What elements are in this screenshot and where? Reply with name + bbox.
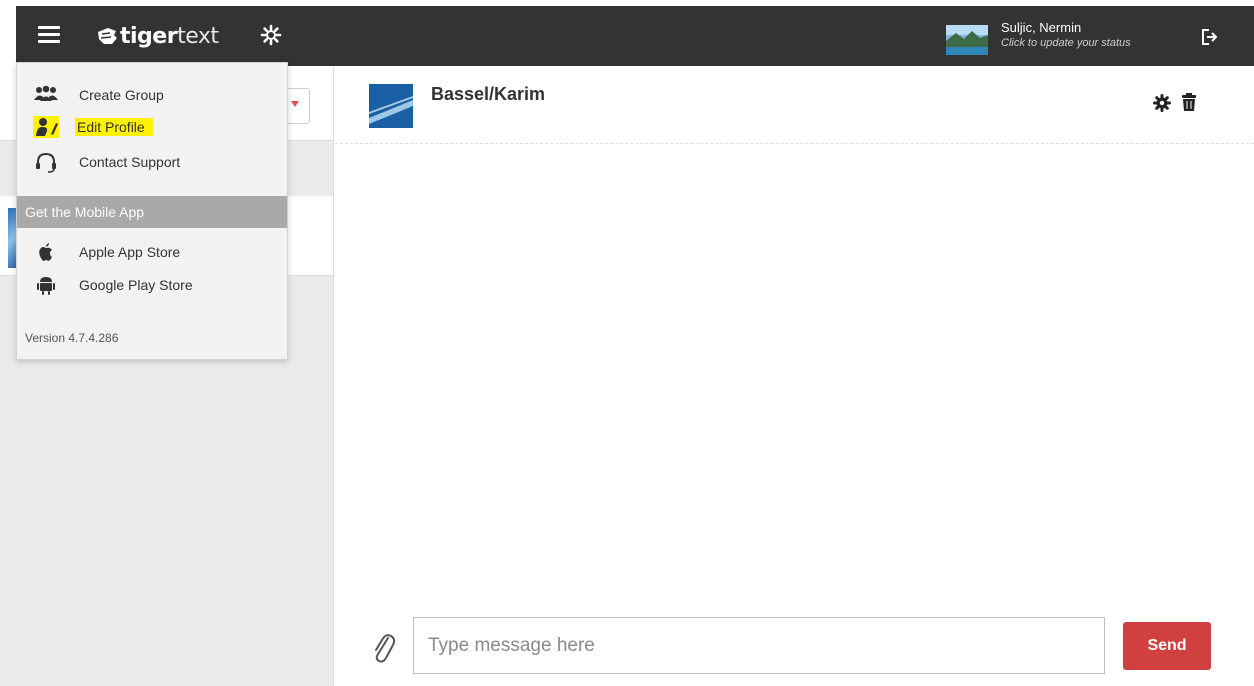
menu-item-edit-profile[interactable]: Edit Profile — [17, 111, 287, 143]
user-avatar[interactable] — [946, 25, 988, 55]
user-status[interactable]: Click to update your status — [1001, 37, 1131, 49]
caret-down-icon — [291, 101, 299, 107]
menu-item-label: Create Group — [79, 87, 164, 103]
menu-item-label: Google Play Store — [79, 277, 193, 293]
message-input[interactable] — [413, 617, 1105, 674]
apple-icon — [39, 243, 52, 261]
group-icon — [34, 85, 58, 101]
main-menu-dropdown: Create Group Edit Profile Contact Suppor… — [16, 62, 288, 360]
brand-name-bold: tiger — [120, 23, 178, 49]
menu-item-label: Contact Support — [79, 154, 181, 170]
attachment-paperclip-icon[interactable] — [370, 630, 396, 664]
menu-item-create-group[interactable]: Create Group — [17, 79, 287, 111]
send-button[interactable]: Send — [1123, 622, 1211, 670]
settings-gear-icon[interactable] — [260, 24, 282, 46]
chat-header: Bassel/Karim — [335, 66, 1254, 144]
android-icon — [37, 277, 55, 295]
menu-item-apple-app-store[interactable]: Apple App Store — [17, 236, 287, 268]
trash-icon[interactable] — [1181, 92, 1197, 112]
headset-icon — [36, 152, 56, 173]
edit-profile-icon — [33, 116, 59, 138]
app-logo: tiger text — [96, 20, 219, 52]
menu-item-contact-support[interactable]: Contact Support — [17, 146, 287, 178]
menu-section-header: Get the Mobile App — [17, 196, 287, 228]
chat-settings-gear-icon[interactable] — [1153, 94, 1171, 112]
app-header: tiger text Suljic, Nermin Click to update… — [16, 6, 1254, 66]
tiger-paw-icon — [98, 28, 117, 44]
menu-item-label: Apple App Store — [79, 244, 181, 260]
user-name[interactable]: Suljic, Nermin — [1001, 20, 1081, 35]
logout-icon[interactable] — [1200, 28, 1218, 46]
hamburger-menu-icon[interactable] — [38, 26, 60, 44]
menu-item-google-play-store[interactable]: Google Play Store — [17, 269, 287, 301]
brand-name-light: text — [177, 23, 219, 49]
chat-title: Bassel/Karim — [431, 84, 546, 104]
highlighted-label: Edit Profile — [75, 118, 153, 136]
app-version: Version 4.7.4.286 — [25, 331, 119, 345]
chat-avatar — [369, 84, 413, 128]
menu-item-label: Edit Profile — [75, 118, 153, 136]
